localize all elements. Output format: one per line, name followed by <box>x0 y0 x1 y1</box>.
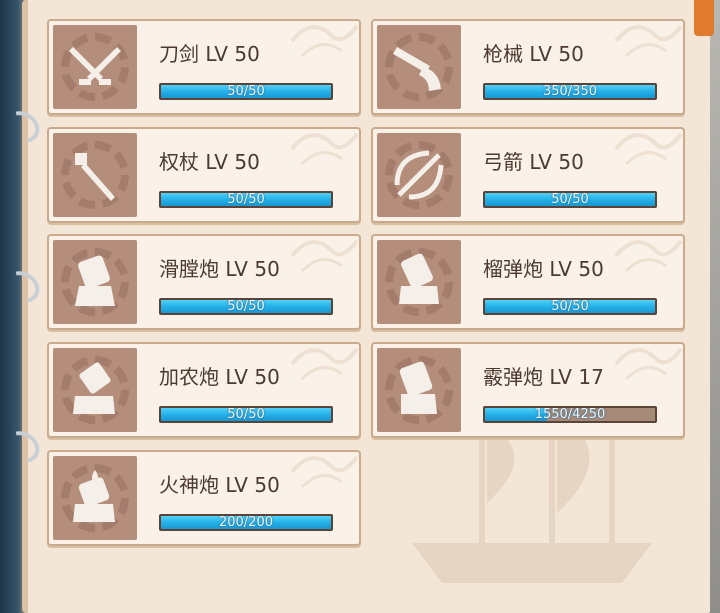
skill-icon-frame <box>377 133 461 217</box>
shrapnel-cannon-icon <box>399 361 437 414</box>
skill-card-1[interactable]: 刀剑 LV 50 50/50 <box>47 19 361 115</box>
skill-progress-bar: 50/50 <box>159 191 333 208</box>
skill-progress-bar: 1550/4250 <box>483 406 657 423</box>
musket-icon <box>393 47 441 91</box>
progress-text: 50/50 <box>551 192 589 207</box>
skill-progress-bar: 50/50 <box>159 406 333 423</box>
progress-text: 50/50 <box>551 299 589 314</box>
skill-progress-bar: 50/50 <box>159 298 333 315</box>
skill-title: 枪械 LV 50 <box>483 42 584 66</box>
progress-text: 50/50 <box>227 84 265 99</box>
corner-tab[interactable] <box>694 0 714 36</box>
skill-progress-bar: 50/50 <box>159 83 333 100</box>
skill-title: 刀剑 LV 50 <box>159 42 260 66</box>
progress-text: 50/50 <box>227 407 265 422</box>
skill-progress-bar: 200/200 <box>159 514 333 531</box>
progress-text: 1550/4250 <box>534 407 606 422</box>
progress-text: 50/50 <box>227 299 265 314</box>
skill-icon-frame <box>53 240 137 324</box>
skill-title: 权杖 LV 50 <box>159 150 260 174</box>
skill-title: 霰弹炮 LV 17 <box>483 365 604 389</box>
skill-card-6[interactable]: 榴弹炮 LV 50 50/50 <box>371 234 685 330</box>
sword-icon <box>69 47 121 85</box>
grenade-cannon-icon <box>399 253 439 304</box>
skill-icon-frame <box>53 133 137 217</box>
skill-icon-frame <box>53 348 137 432</box>
bow-icon <box>394 150 444 200</box>
skill-icon-frame <box>53 25 137 109</box>
wave-decoration-icon <box>614 347 683 381</box>
skill-progress-bar: 50/50 <box>483 298 657 315</box>
wave-decoration-icon <box>614 132 683 166</box>
skill-icon-frame <box>377 25 461 109</box>
smoothbore-cannon-icon <box>75 255 115 306</box>
wave-decoration-icon <box>290 132 359 166</box>
wave-decoration-icon <box>614 24 683 58</box>
culverin-icon <box>73 362 115 414</box>
skill-card-3[interactable]: 权杖 LV 50 50/50 <box>47 127 361 223</box>
wave-decoration-icon <box>290 239 359 273</box>
skill-card-9[interactable]: 火神炮 LV 50 200/200 <box>47 450 361 546</box>
progress-text: 50/50 <box>227 192 265 207</box>
progress-text: 200/200 <box>218 515 273 530</box>
staff-icon <box>75 153 115 201</box>
wave-decoration-icon <box>290 347 359 381</box>
skill-title: 火神炮 LV 50 <box>159 473 280 497</box>
skill-card-4[interactable]: 弓箭 LV 50 50/50 <box>371 127 685 223</box>
skill-title: 加农炮 LV 50 <box>159 365 280 389</box>
vulcan-cannon-icon <box>73 470 115 522</box>
wave-decoration-icon <box>290 24 359 58</box>
skill-title: 榴弹炮 LV 50 <box>483 257 604 281</box>
skill-title: 弓箭 LV 50 <box>483 150 584 174</box>
skill-card-8[interactable]: 霰弹炮 LV 17 1550/4250 <box>371 342 685 438</box>
skill-title: 滑膛炮 LV 50 <box>159 257 280 281</box>
wave-decoration-icon <box>290 455 359 489</box>
skill-progress-bar: 50/50 <box>483 191 657 208</box>
skill-card-2[interactable]: 枪械 LV 50 350/350 <box>371 19 685 115</box>
skill-card-7[interactable]: 加农炮 LV 50 50/50 <box>47 342 361 438</box>
skill-icon-frame <box>377 240 461 324</box>
scrollbar-track[interactable] <box>710 0 720 613</box>
skill-icon-frame <box>53 456 137 540</box>
skill-icon-frame <box>377 348 461 432</box>
skill-card-5[interactable]: 滑膛炮 LV 50 50/50 <box>47 234 361 330</box>
wave-decoration-icon <box>614 239 683 273</box>
progress-text: 350/350 <box>542 84 597 99</box>
skill-progress-bar: 350/350 <box>483 83 657 100</box>
